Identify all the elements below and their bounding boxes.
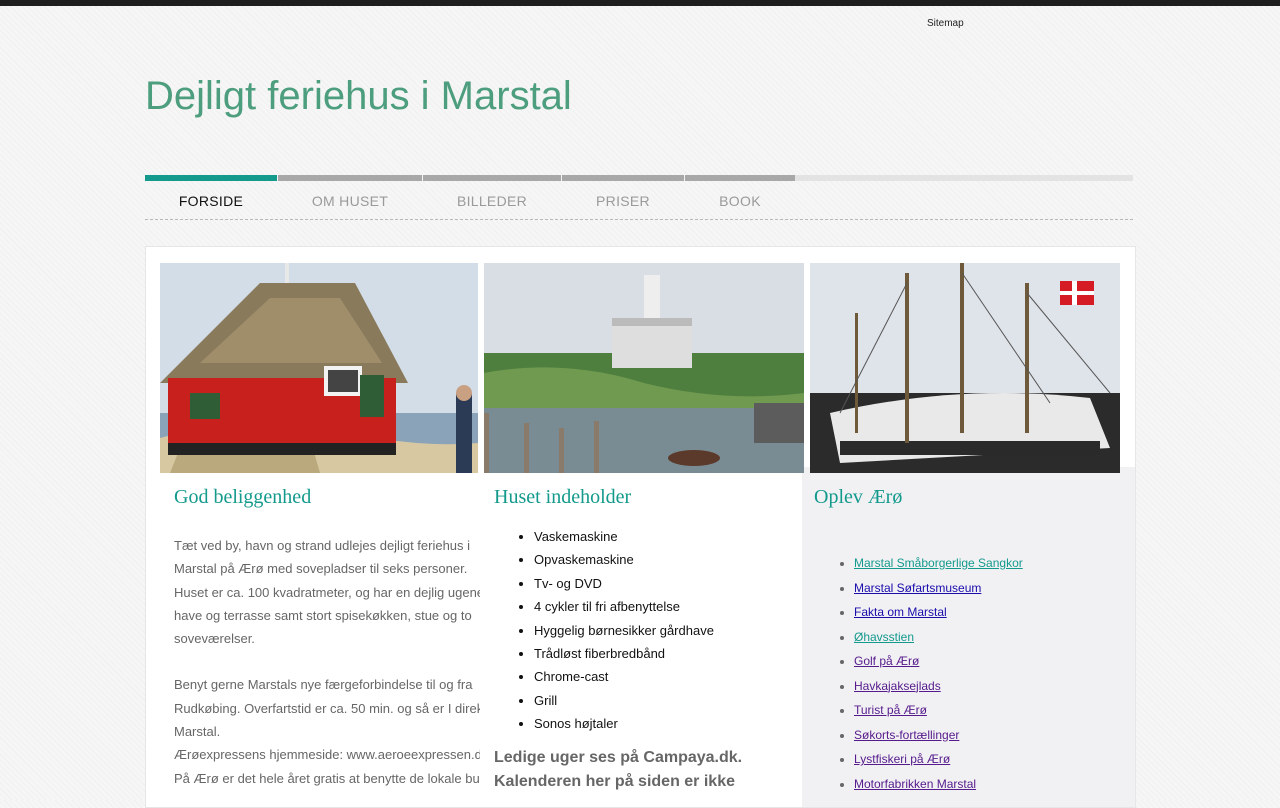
content-panel: God beliggenhed Tæt ved by, havn og stra…: [145, 246, 1136, 808]
site-title: Dejligt feriehus i Marstal: [145, 74, 572, 118]
list-item: Sonos højtaler: [534, 712, 794, 735]
text-line: Ærøexpressens hjemmeside: www.aeroeexpre…: [174, 747, 480, 763]
list-item: Marstal Småborgerlige Sangkor: [854, 551, 1124, 576]
oplev-column: Oplev Ærø Marstal Småborgerlige Sangkor …: [814, 473, 1124, 796]
harbour-photo: [484, 263, 804, 473]
link-lystfiskeri[interactable]: Lystfiskeri på Ærø: [854, 752, 950, 766]
tab-label: PRISER: [596, 193, 650, 209]
top-bar: [0, 0, 1280, 6]
text-line: Huset er ca. 100 kvadratmeter, og har en…: [174, 584, 480, 600]
text-line: Kalenderen her på siden er ikke: [494, 772, 735, 790]
text-line: Marstal på Ærø med sovepladser til seks …: [174, 561, 468, 577]
link-golf[interactable]: Golf på Ærø: [854, 654, 919, 668]
tall-ships-photo: [810, 263, 1120, 473]
oplev-heading: Oplev Ærø: [814, 486, 903, 508]
nav-indicator: [423, 175, 561, 181]
list-item: Marstal Søfartsmuseum: [854, 576, 1124, 601]
text-line: have og terrasse samt stort spisekøkken,…: [174, 607, 472, 623]
list-item: Turist på Ærø: [854, 698, 1124, 723]
tab-label: BILLEDER: [456, 193, 528, 209]
location-column: God beliggenhed Tæt ved by, havn og stra…: [174, 473, 480, 790]
nav-indicator: [278, 175, 422, 181]
list-item: Hyggelig børnesikker gårdhave: [534, 619, 794, 642]
cottage-photo: [160, 263, 478, 473]
list-item: Øhavsstien: [854, 625, 1124, 650]
list-item: Lystfiskeri på Ærø: [854, 747, 1124, 772]
link-sangkor[interactable]: Marstal Småborgerlige Sangkor: [854, 556, 1023, 570]
list-item: 4 cykler til fri afbenyttelse: [534, 595, 794, 618]
tab-billeder[interactable]: BILLEDER: [423, 175, 561, 219]
text-line: Tæt ved by, havn og strand udlejes dejli…: [174, 538, 471, 553]
tab-om-huset[interactable]: OM HUSET: [278, 175, 422, 219]
tab-label: BOOK: [719, 193, 761, 209]
availability-note: Ledige uger ses på Campaya.dk. Kalendere…: [494, 746, 794, 794]
text-line: På Ærø er det hele året gratis at benytt…: [174, 770, 480, 786]
features-list: Vaskemaskine Opvaskemaskine Tv- og DVD 4…: [494, 525, 794, 736]
text-line: soveværelser.: [174, 631, 255, 647]
tab-label: FORSIDE: [178, 193, 244, 209]
tab-label: OM HUSET: [311, 193, 389, 209]
list-item: Tv- og DVD: [534, 572, 794, 595]
tab-book[interactable]: BOOK: [685, 175, 795, 219]
nav-indicator: [145, 175, 277, 181]
list-item: Golf på Ærø: [854, 649, 1124, 674]
location-paragraph-2: Benyt gerne Marstals nye færgeforbindels…: [174, 673, 480, 789]
list-item: Fakta om Marstal: [854, 600, 1124, 625]
list-item: Opvaskemaskine: [534, 548, 794, 571]
list-item: Chrome-cast: [534, 665, 794, 688]
link-list: Marstal Småborgerlige Sangkor Marstal Sø…: [814, 551, 1124, 796]
text-line: Ledige uger ses på Campaya.dk.: [494, 748, 743, 766]
location-paragraph-1: Tæt ved by, havn og strand udlejes dejli…: [174, 534, 480, 650]
list-item: Vaskemaskine: [534, 525, 794, 548]
list-item: Motorfabrikken Marstal: [854, 772, 1124, 797]
text-line: Benyt gerne Marstals nye færgeforbindels…: [174, 677, 473, 693]
tab-priser[interactable]: PRISER: [562, 175, 684, 219]
features-column: Huset indeholder Vaskemaskine Opvaskemas…: [494, 473, 794, 794]
location-heading: God beliggenhed: [174, 486, 312, 508]
list-item: Søkorts-fortællinger: [854, 723, 1124, 748]
link-motorfabrikken[interactable]: Motorfabrikken Marstal: [854, 777, 976, 791]
nav-filler: [795, 175, 1133, 181]
main-nav: FORSIDE OM HUSET BILLEDER PRISER BOOK: [145, 175, 1133, 220]
tab-forside[interactable]: FORSIDE: [145, 175, 277, 219]
link-sokorts-fortaellinger[interactable]: Søkorts-fortællinger: [854, 728, 959, 742]
link-turist[interactable]: Turist på Ærø: [854, 703, 927, 717]
link-havkajaksejlads[interactable]: Havkajaksejlads: [854, 679, 941, 693]
nav-indicator: [562, 175, 684, 181]
text-line: Rudkøbing. Overfartstid er ca. 50 min. o…: [174, 700, 480, 716]
list-item: Havkajaksejlads: [854, 674, 1124, 699]
sitemap-link[interactable]: Sitemap: [927, 18, 964, 29]
features-heading: Huset indeholder: [494, 486, 632, 508]
link-ohavsstien[interactable]: Øhavsstien: [854, 630, 914, 644]
list-item: Trådløst fiberbredbånd: [534, 642, 794, 665]
text-line: Marstal.: [174, 724, 221, 740]
list-item: Grill: [534, 689, 794, 712]
link-sofartsmuseum[interactable]: Marstal Søfartsmuseum: [854, 581, 981, 595]
nav-indicator: [685, 175, 795, 181]
link-fakta-om-marstal[interactable]: Fakta om Marstal: [854, 605, 947, 619]
